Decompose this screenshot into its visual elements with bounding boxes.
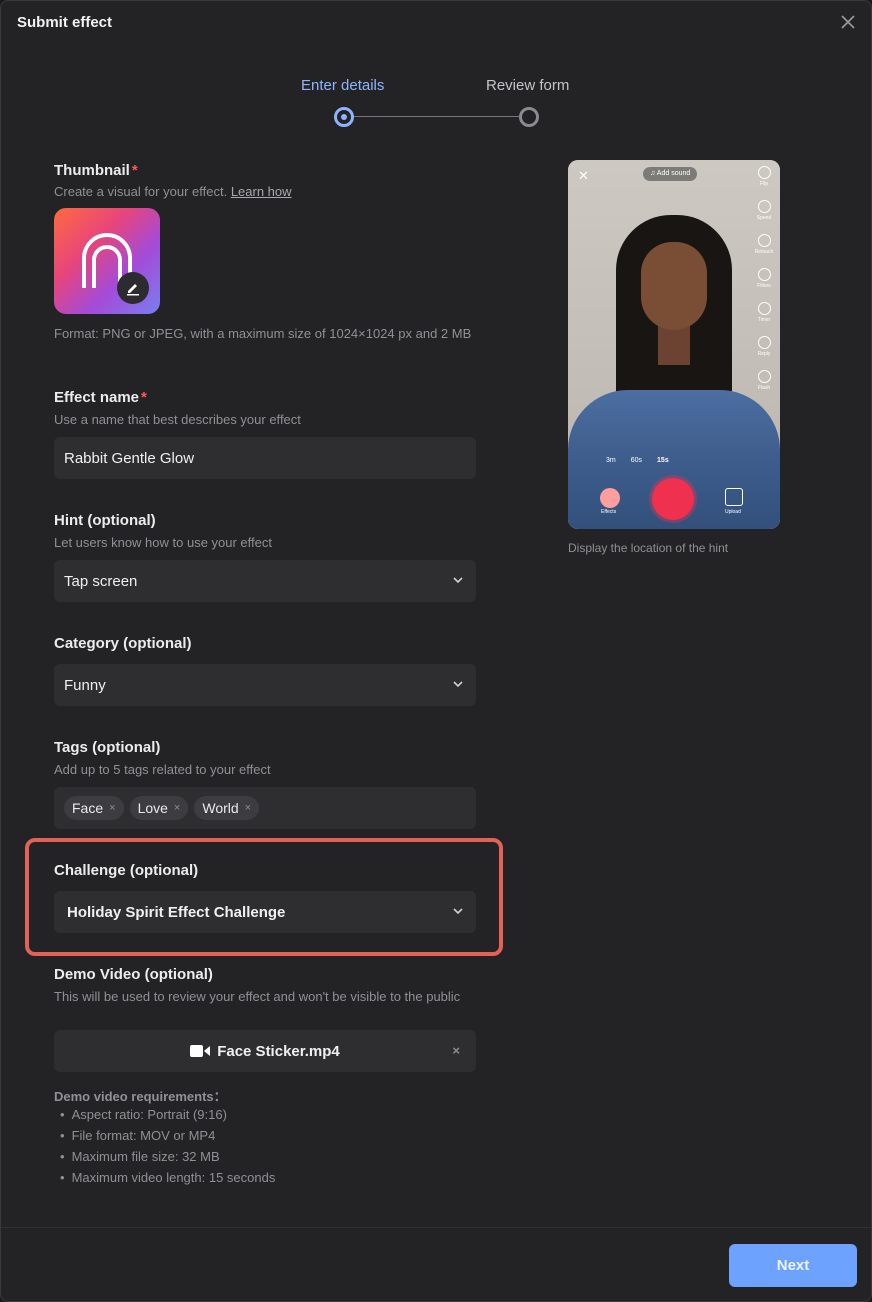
thumbnail-format-note: Format: PNG or JPEG, with a maximum size…	[54, 326, 472, 341]
remove-tag-icon[interactable]: ×	[245, 802, 251, 814]
hint-label: Hint (optional)	[54, 512, 156, 529]
step-review-form: Review form	[486, 77, 570, 94]
tag-label: World	[202, 800, 239, 816]
learn-how-link[interactable]: Learn how	[231, 184, 292, 199]
requirement-item: Aspect ratio: Portrait (9:16)	[60, 1105, 275, 1126]
tool-label: Filters	[757, 283, 771, 289]
record-button	[652, 478, 694, 520]
requirement-item: Maximum video length: 15 seconds	[60, 1168, 276, 1189]
effect-name-description: Use a name that best describes your effe…	[54, 412, 301, 427]
thumbnail-description: Create a visual for your effect. Learn h…	[54, 184, 474, 200]
step-enter-details: Enter details	[301, 77, 385, 94]
tags-input[interactable]: Face × Love × World ×	[54, 787, 476, 829]
flash-icon: Flash	[754, 370, 774, 404]
demo-video-filename: Face Sticker.mp4	[217, 1042, 340, 1060]
preview-side-tools: Flip Speed Retouch Filters Timer Reply F…	[754, 166, 774, 404]
hint-select[interactable]: Tap screen	[54, 560, 476, 602]
retouch-icon: Retouch	[754, 234, 774, 268]
duration-option: 60s	[630, 457, 643, 464]
category-select[interactable]: Funny	[54, 664, 476, 706]
video-camera-icon	[190, 1045, 211, 1057]
tags-label: Tags (optional)	[54, 739, 161, 756]
challenge-value: Holiday Spirit Effect Challenge	[67, 903, 286, 921]
effect-name-label-text: Effect name	[54, 389, 140, 406]
upload-label: Upload	[725, 509, 741, 515]
duration-option: 15s	[657, 457, 669, 464]
tool-label: Timer	[757, 317, 771, 323]
filters-icon: Filters	[754, 268, 774, 302]
demo-video-description: This will be used to review your effect …	[54, 989, 461, 1004]
submit-effect-dialog: Submit effect Enter details Review form …	[0, 0, 872, 1302]
category-label: Category (optional)	[54, 635, 192, 652]
preview-close-icon: ✕	[578, 168, 589, 183]
upload-icon	[725, 488, 743, 506]
category-value: Funny	[64, 676, 106, 694]
remove-video-icon[interactable]: ×	[452, 1043, 460, 1058]
hint-value: Tap screen	[64, 572, 138, 590]
effect-name-label: Effect name *	[54, 389, 147, 406]
demo-video-requirements-title: Demo video requirements：	[54, 1089, 227, 1104]
tag-chip: World ×	[194, 796, 260, 820]
demo-video-requirements: Aspect ratio: Portrait (9:16) File forma…	[60, 1105, 276, 1189]
close-icon[interactable]	[837, 11, 859, 33]
effects-label: Effects	[601, 509, 617, 515]
tool-label: Flip	[759, 181, 769, 187]
tool-label: Flash	[757, 385, 771, 391]
demo-video-file[interactable]: Face Sticker.mp4 ×	[54, 1030, 476, 1072]
challenge-select[interactable]: Holiday Spirit Effect Challenge	[54, 891, 476, 933]
remove-tag-icon[interactable]: ×	[109, 802, 115, 814]
step-enter-details-dot	[334, 107, 354, 127]
step-review-form-dot	[519, 107, 539, 127]
effect-preview: ✕ ♫ Add sound Flip Speed Retouch Filters…	[568, 160, 780, 529]
duration-option: 3m	[606, 457, 616, 464]
tags-description: Add up to 5 tags related to your effect	[54, 762, 271, 777]
required-mark: *	[131, 162, 138, 179]
chevron-down-icon	[453, 681, 463, 688]
stepper-line	[353, 116, 519, 117]
tool-label: Reply	[757, 351, 771, 357]
chevron-down-icon	[453, 577, 463, 584]
hint-description: Let users know how to use your effect	[54, 535, 272, 550]
tag-label: Love	[137, 800, 168, 816]
thumbnail-label-text: Thumbnail	[54, 162, 130, 179]
timer-icon: Timer	[754, 302, 774, 336]
requirement-item: Maximum file size: 32 MB	[60, 1147, 275, 1168]
effect-name-value: Rabbit Gentle Glow	[64, 449, 195, 467]
next-button[interactable]: Next	[729, 1244, 857, 1287]
thumbnail-image[interactable]	[54, 208, 160, 314]
remove-tag-icon[interactable]: ×	[174, 802, 180, 814]
thumbnail-label: Thumbnail *	[54, 162, 138, 179]
challenge-label: Challenge (optional)	[54, 862, 199, 879]
tag-label: Face	[72, 800, 104, 816]
thumbnail-description-text: Create a visual for your effect.	[54, 184, 228, 199]
requirement-item: File format: MOV or MP4	[60, 1126, 275, 1147]
footer-divider	[1, 1227, 871, 1228]
speed-icon: Speed	[754, 200, 774, 234]
demo-video-label: Demo Video (optional)	[54, 966, 213, 983]
preview-person-face	[641, 242, 707, 330]
chevron-down-icon	[453, 908, 463, 915]
effects-icon	[600, 488, 620, 508]
tool-label: Retouch	[754, 249, 774, 255]
reply-icon: Reply	[754, 336, 774, 370]
add-sound-pill: ♫ Add sound	[643, 167, 698, 181]
duration-options: 3m 60s 15s	[606, 457, 669, 464]
preview-caption: Display the location of the hint	[568, 541, 729, 555]
tool-label: Speed	[756, 215, 772, 221]
tag-chip: Love ×	[129, 796, 189, 820]
effect-name-input[interactable]: Rabbit Gentle Glow	[54, 437, 476, 479]
required-mark: *	[141, 389, 147, 406]
flip-icon: Flip	[754, 166, 774, 200]
tag-chip: Face ×	[64, 796, 124, 820]
pencil-icon[interactable]	[117, 272, 149, 304]
dialog-title: Submit effect	[17, 14, 113, 31]
